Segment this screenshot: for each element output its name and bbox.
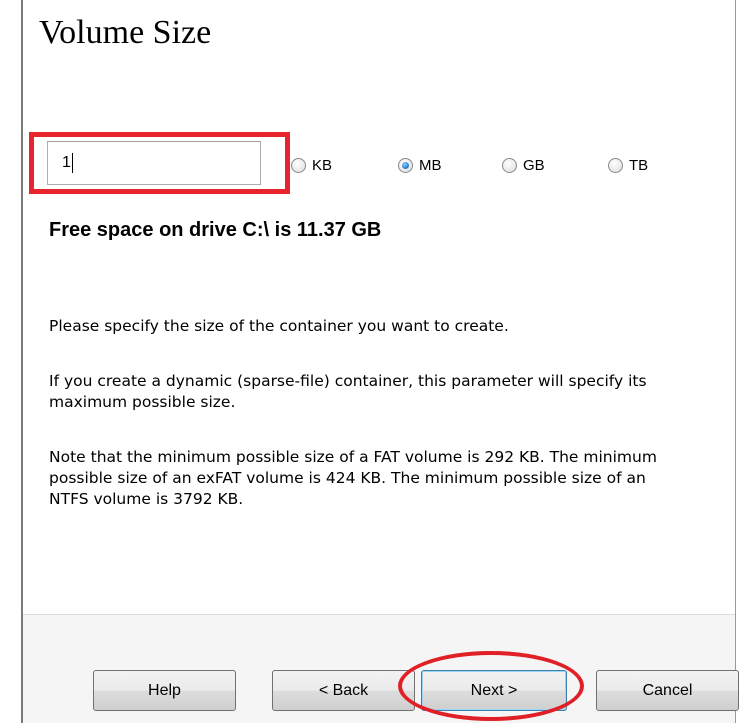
- next-button[interactable]: Next >: [421, 670, 567, 711]
- volume-size-input[interactable]: 1: [47, 141, 261, 185]
- unit-label-tb: TB: [629, 156, 649, 174]
- info-specify-size: Please specify the size of the container…: [49, 317, 509, 335]
- radio-kb-indicator[interactable]: [291, 157, 306, 173]
- radio-mb-indicator[interactable]: [398, 157, 413, 173]
- unit-label-mb: MB: [419, 156, 442, 174]
- info-dynamic-note: If you create a dynamic (sparse-file) co…: [49, 372, 647, 411]
- unit-radio-kb[interactable]: KB: [291, 155, 332, 175]
- unit-radio-mb[interactable]: MB: [398, 155, 442, 175]
- back-button[interactable]: < Back: [272, 670, 415, 711]
- footer-divider: [23, 614, 735, 615]
- unit-radio-tb[interactable]: TB: [608, 155, 648, 175]
- window-frame-right: [735, 0, 736, 723]
- info-min-size-note: Note that the minimum possible size of a…: [49, 448, 657, 508]
- free-space-label: Free space on drive C:\ is 11.37 GB: [49, 219, 382, 241]
- unit-label-gb: GB: [523, 156, 545, 174]
- text-caret: [71, 152, 73, 173]
- radio-gb-indicator[interactable]: [502, 157, 517, 173]
- volume-size-dialog: Volume Size 1 KB MB GB TB Free space on …: [0, 0, 739, 723]
- help-button[interactable]: Help: [93, 670, 236, 711]
- radio-tb-indicator[interactable]: [608, 157, 623, 173]
- cancel-button[interactable]: Cancel: [596, 670, 739, 711]
- unit-radio-gb[interactable]: GB: [502, 155, 545, 175]
- volume-size-value: 1: [62, 154, 71, 171]
- page-title: Volume Size: [39, 14, 212, 51]
- unit-label-kb: KB: [312, 156, 333, 174]
